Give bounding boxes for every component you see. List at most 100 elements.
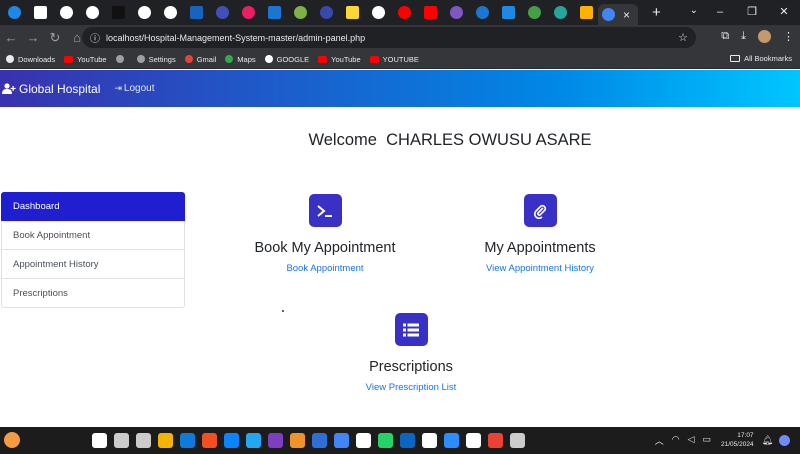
tab-favicon-icon[interactable] [8, 6, 21, 19]
sidebar-item-dashboard[interactable]: Dashboard [1, 192, 185, 221]
brand-link[interactable]: Global Hospital [2, 82, 100, 96]
taskbar-app-icon[interactable] [466, 433, 481, 448]
taskbar-app-icon[interactable] [158, 433, 173, 448]
bookmark-item[interactable]: GOOGLE [264, 54, 310, 64]
copilot-icon[interactable] [779, 434, 790, 446]
tab-search-chevron-icon[interactable]: ⌄ [690, 5, 698, 16]
bookmark-star-icon[interactable]: ☆ [678, 31, 688, 44]
address-bar[interactable]: ⓘ localhost/Hospital-Management-System-m… [82, 27, 696, 48]
tab-favicon-icon[interactable] [190, 6, 203, 19]
active-tab[interactable]: × [598, 4, 638, 25]
taskbar-app-icon[interactable] [92, 433, 107, 448]
bookmark-item[interactable]: Settings [136, 55, 176, 64]
taskbar-app-icon[interactable] [290, 433, 305, 448]
all-bookmarks-button[interactable]: All Bookmarks [730, 54, 792, 63]
tab-favicon-icon[interactable] [294, 6, 307, 19]
taskbar-app-icon[interactable] [510, 433, 525, 448]
tab-favicon-icon[interactable] [268, 6, 281, 19]
taskbar-app-icon[interactable] [114, 433, 129, 448]
tab-favicon-icon[interactable] [346, 6, 359, 19]
tab-favicon-icon[interactable] [554, 6, 567, 19]
battery-icon[interactable]: ▭ [703, 434, 712, 447]
menu-icon[interactable]: ⋮ [783, 30, 794, 43]
extensions-icon[interactable]: ⧉ [721, 30, 729, 43]
reload-icon[interactable]: ↻ [44, 30, 66, 46]
logout-link[interactable]: ⇥ Logout [114, 83, 154, 94]
tab-favicon-icon[interactable] [424, 6, 437, 19]
profile-avatar[interactable] [758, 30, 771, 43]
book-appointment-link[interactable]: Book Appointment [245, 263, 405, 274]
tab-favicon-icon[interactable] [34, 6, 47, 19]
minimize-button[interactable]: – [704, 0, 736, 25]
taskbar-app-icon[interactable] [180, 433, 195, 448]
tab-favicon-icon[interactable] [164, 6, 177, 19]
taskbar-app-icon[interactable] [422, 433, 437, 448]
taskbar-app-icon[interactable] [488, 433, 503, 448]
taskbar-app-icon[interactable] [136, 433, 151, 448]
site-info-icon[interactable]: ⓘ [90, 30, 100, 45]
clock[interactable]: 17:07 21/05/2024 [721, 431, 754, 449]
download-icon [6, 55, 14, 63]
sidebar-item-book-appointment[interactable]: Book Appointment [1, 221, 185, 250]
taskbar-app-icon[interactable] [224, 433, 239, 448]
tab-favicon-icon[interactable] [112, 6, 125, 19]
tab-favicon-icon[interactable] [138, 6, 151, 19]
tab-favicon-icon[interactable] [86, 6, 99, 19]
bookmark-item[interactable]: YOUTUBE [369, 55, 419, 64]
bookmark-item[interactable]: YouTube [318, 55, 361, 64]
tab-favicon-icon[interactable] [216, 6, 229, 19]
bookmark-item[interactable]: Gmail [184, 54, 217, 64]
taskbar-app-icon[interactable] [268, 433, 283, 448]
tab-favicon-icon[interactable] [580, 6, 593, 19]
tab-list [0, 6, 598, 19]
tab-favicon-icon[interactable] [450, 6, 463, 19]
close-window-button[interactable]: ✕ [768, 0, 800, 25]
taskbar-app-icon[interactable] [444, 433, 459, 448]
tab-favicon-icon[interactable] [242, 6, 255, 19]
bookmark-item[interactable]: Downloads [6, 55, 55, 64]
tab-favicon-icon[interactable] [528, 6, 541, 19]
maximize-button[interactable]: ❐ [736, 0, 768, 25]
tab-favicon-icon[interactable] [372, 6, 385, 19]
tab-favicon-icon[interactable] [398, 6, 411, 19]
bookmark-label: GOOGLE [276, 54, 310, 64]
sidebar: Dashboard Book Appointment Appointment H… [1, 192, 185, 308]
taskbar-app-icon[interactable] [334, 433, 349, 448]
taskbar-app-icon[interactable] [400, 433, 415, 448]
bookmark-label: Downloads [18, 54, 56, 64]
card-book-appointment: Book My Appointment Book Appointment [245, 194, 405, 274]
globe-icon [115, 55, 124, 63]
tab-favicon-icon[interactable] [60, 6, 73, 19]
tab-favicon-icon[interactable] [320, 6, 333, 19]
bookmark-label: YouTube [77, 54, 107, 64]
taskbar-app-icon[interactable] [246, 433, 261, 448]
taskbar-app-icon[interactable] [378, 433, 393, 448]
tab-close-icon[interactable]: × [623, 8, 630, 22]
card-title: Prescriptions [369, 359, 453, 375]
back-icon[interactable]: ← [0, 30, 22, 45]
tab-favicon-icon[interactable] [476, 6, 489, 19]
bookmark-label: Gmail [196, 54, 217, 64]
tray-overflow-icon[interactable]: ︿ [655, 434, 664, 447]
view-appointment-history-link[interactable]: View Appointment History [460, 263, 620, 274]
taskbar-app-icon[interactable] [356, 433, 371, 448]
new-tab-button[interactable]: + [652, 4, 661, 21]
volume-icon[interactable]: ◁ [688, 434, 695, 447]
taskbar-app-icon[interactable] [202, 433, 217, 448]
notification-bell-icon[interactable]: 🔔︎ [762, 435, 773, 446]
taskbar-app-icon[interactable] [312, 433, 327, 448]
weather-widget-icon[interactable] [4, 432, 20, 448]
bookmark-item[interactable]: YouTube [64, 54, 107, 64]
bookmark-item[interactable]: Maps [225, 55, 256, 64]
forward-icon[interactable]: → [22, 30, 44, 45]
view-prescription-list-link[interactable]: View Prescription List [331, 382, 491, 393]
sidebar-item-label: Book Appointment [13, 229, 91, 241]
sidebar-item-prescriptions[interactable]: Prescriptions [1, 279, 185, 308]
card-title: My Appointments [484, 240, 596, 256]
bookmark-item[interactable] [115, 55, 128, 63]
window-controls: – ❐ ✕ [704, 0, 800, 25]
wifi-icon[interactable]: ◠ [672, 434, 680, 447]
download-icon[interactable]: ⤓ [741, 30, 746, 43]
sidebar-item-appointment-history[interactable]: Appointment History [1, 250, 185, 279]
tab-favicon-icon[interactable] [502, 6, 515, 19]
